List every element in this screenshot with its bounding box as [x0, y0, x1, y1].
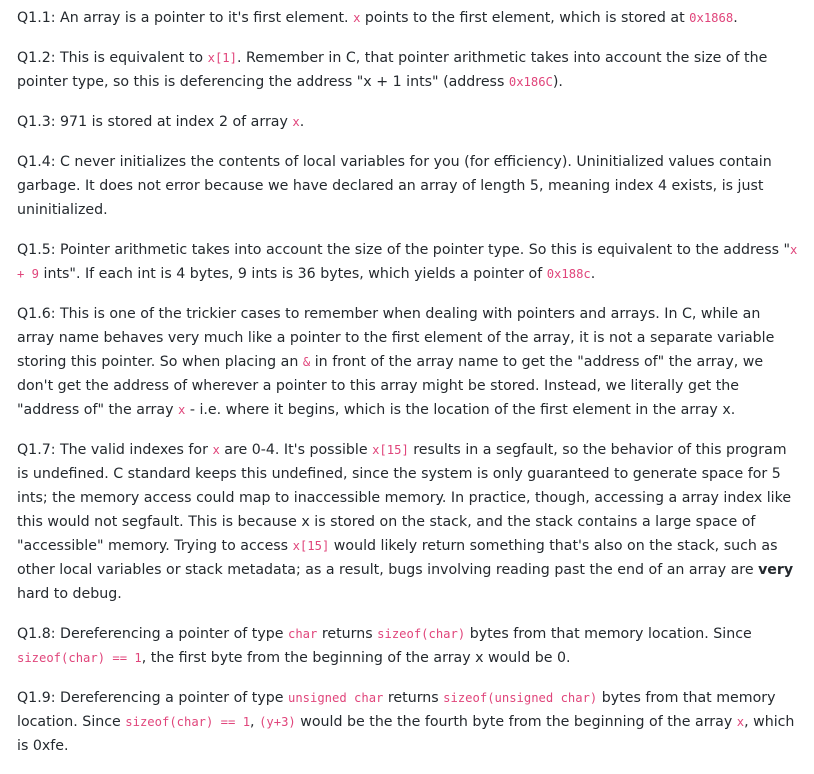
- answer-text: Q1.2: This is equivalent to: [17, 50, 208, 66]
- inline-code: sizeof(char) == 1: [125, 715, 251, 729]
- inline-code: sizeof(unsigned char): [443, 691, 598, 705]
- answer-q1-3: Q1.3: 971 is stored at index 2 of array …: [17, 110, 798, 134]
- answer-text: ints". If each int is 4 bytes, 9 ints is…: [39, 266, 547, 282]
- answer-text: Q1.4: C never initializes the contents o…: [17, 154, 772, 218]
- answer-text: ,: [250, 714, 260, 730]
- inline-code: sizeof(char) == 1: [17, 651, 142, 665]
- inline-code: (y+3): [259, 715, 296, 729]
- answer-q1-7: Q1.7: The valid indexes for x are 0-4. I…: [17, 438, 798, 606]
- answers-document: Q1.1: An array is a pointer to it's firs…: [0, 0, 814, 758]
- answer-text: would be the the fourth byte from the be…: [295, 714, 737, 730]
- inline-code: 0x1868: [689, 11, 734, 25]
- answer-text: hard to debug.: [17, 586, 122, 602]
- inline-code: sizeof(char): [377, 627, 466, 641]
- answer-text: .: [733, 10, 738, 26]
- answer-text: bytes from that memory location. Since: [465, 626, 752, 642]
- answer-text: returns: [317, 626, 378, 642]
- answer-q1-2: Q1.2: This is equivalent to x[1]. Rememb…: [17, 46, 798, 94]
- answer-text: .: [590, 266, 596, 282]
- inline-code: x: [736, 715, 745, 729]
- inline-code: x[1]: [207, 51, 237, 65]
- inline-code: x: [292, 115, 300, 129]
- answer-text: are 0-4. It's possible: [219, 442, 373, 458]
- answer-text: - i.e. where it begins, which is the loc…: [185, 402, 736, 418]
- answer-text: Q1.8: Dereferencing a pointer of type: [17, 626, 288, 642]
- answer-text: , the first byte from the beginning of t…: [141, 650, 571, 666]
- answer-text: Q1.5: Pointer arithmetic takes into acco…: [17, 242, 791, 258]
- inline-code: 0x188c: [546, 267, 591, 281]
- answer-q1-5: Q1.5: Pointer arithmetic takes into acco…: [17, 238, 798, 286]
- inline-code: x: [212, 443, 220, 457]
- inline-code: x[15]: [372, 443, 409, 457]
- answer-text: Q1.3: 971 is stored at index 2 of array: [17, 114, 293, 130]
- answer-q1-6: Q1.6: This is one of the trickier cases …: [17, 302, 798, 422]
- answer-text: returns: [383, 690, 444, 706]
- answer-text: Q1.9: Dereferencing a pointer of type: [17, 690, 288, 706]
- inline-code: unsigned char: [287, 691, 384, 705]
- answer-text: Q1.7: The valid indexes for: [17, 442, 213, 458]
- answer-q1-4: Q1.4: C never initializes the contents o…: [17, 150, 798, 222]
- answer-q1-1: Q1.1: An array is a pointer to it's firs…: [17, 6, 798, 30]
- answer-q1-9: Q1.9: Dereferencing a pointer of type un…: [17, 686, 798, 758]
- answer-text: Q1.1: An array is a pointer to it's firs…: [17, 10, 354, 26]
- answer-text: ).: [552, 74, 563, 90]
- answer-text: points to the first element, which is st…: [360, 10, 690, 26]
- inline-code: 0x186C: [508, 75, 553, 89]
- inline-code: x[15]: [292, 539, 330, 553]
- inline-code: char: [287, 627, 318, 641]
- answer-text: .: [299, 114, 305, 130]
- answer-q1-8: Q1.8: Dereferencing a pointer of type ch…: [17, 622, 798, 670]
- bold-text: very: [758, 562, 794, 578]
